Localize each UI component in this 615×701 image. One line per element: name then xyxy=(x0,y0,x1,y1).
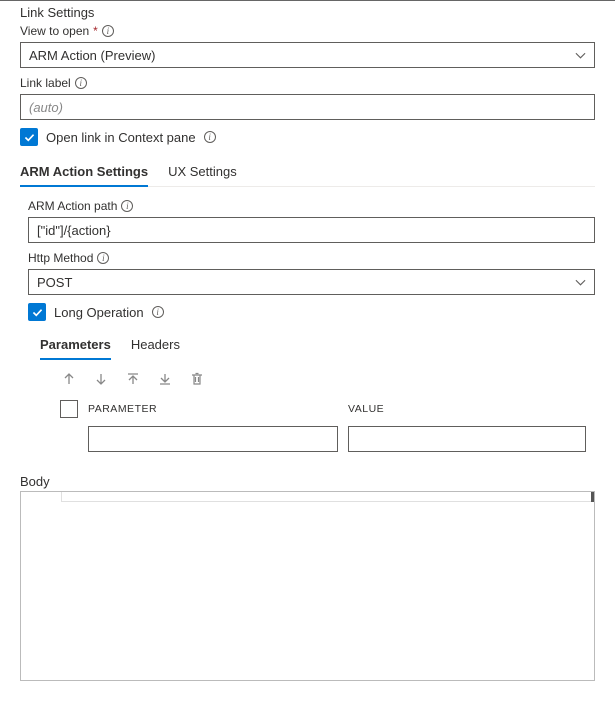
body-gutter xyxy=(61,492,593,502)
http-method-value: POST xyxy=(37,275,72,290)
column-parameter: PARAMETER xyxy=(88,403,338,415)
move-up-icon[interactable] xyxy=(60,370,78,388)
tab-arm-action-settings[interactable]: ARM Action Settings xyxy=(20,158,148,187)
view-to-open-label: View to open * i xyxy=(20,24,595,38)
long-operation-checkbox[interactable] xyxy=(28,303,46,321)
body-label: Body xyxy=(20,474,595,489)
http-method-label-text: Http Method xyxy=(28,251,93,265)
move-top-icon[interactable] xyxy=(124,370,142,388)
long-operation-label: Long Operation xyxy=(54,305,144,320)
info-icon[interactable]: i xyxy=(152,306,164,318)
view-to-open-label-text: View to open xyxy=(20,24,89,38)
view-to-open-value: ARM Action (Preview) xyxy=(29,48,155,63)
open-in-context-label: Open link in Context pane xyxy=(46,130,196,145)
arm-action-path-input[interactable] xyxy=(28,217,595,243)
view-to-open-dropdown[interactable]: ARM Action (Preview) xyxy=(20,42,595,68)
delete-icon[interactable] xyxy=(188,370,206,388)
section-title: Link Settings xyxy=(20,5,595,20)
info-icon[interactable]: i xyxy=(75,77,87,89)
http-method-label: Http Method i xyxy=(28,251,595,265)
chevron-down-icon xyxy=(575,277,586,288)
required-asterisk: * xyxy=(93,24,98,38)
move-down-icon[interactable] xyxy=(92,370,110,388)
column-value: VALUE xyxy=(348,403,583,415)
chevron-down-icon xyxy=(575,50,586,61)
table-row xyxy=(88,426,595,452)
subtab-parameters[interactable]: Parameters xyxy=(40,333,111,360)
info-icon[interactable]: i xyxy=(204,131,216,143)
parameter-value-input[interactable] xyxy=(348,426,586,452)
arm-action-path-label-text: ARM Action path xyxy=(28,199,117,213)
body-scrollbar[interactable] xyxy=(591,492,594,502)
info-icon[interactable]: i xyxy=(97,252,109,264)
arm-action-path-label: ARM Action path i xyxy=(28,199,595,213)
http-method-dropdown[interactable]: POST xyxy=(28,269,595,295)
link-label-input[interactable] xyxy=(20,94,595,120)
parameter-name-input[interactable] xyxy=(88,426,338,452)
subtab-headers[interactable]: Headers xyxy=(131,333,180,360)
info-icon[interactable]: i xyxy=(102,25,114,37)
body-textarea[interactable] xyxy=(20,491,595,681)
move-bottom-icon[interactable] xyxy=(156,370,174,388)
link-label-label: Link label i xyxy=(20,76,595,90)
select-all-checkbox[interactable] xyxy=(60,400,78,418)
open-in-context-checkbox[interactable] xyxy=(20,128,38,146)
link-label-text: Link label xyxy=(20,76,71,90)
tab-ux-settings[interactable]: UX Settings xyxy=(168,158,237,186)
info-icon[interactable]: i xyxy=(121,200,133,212)
